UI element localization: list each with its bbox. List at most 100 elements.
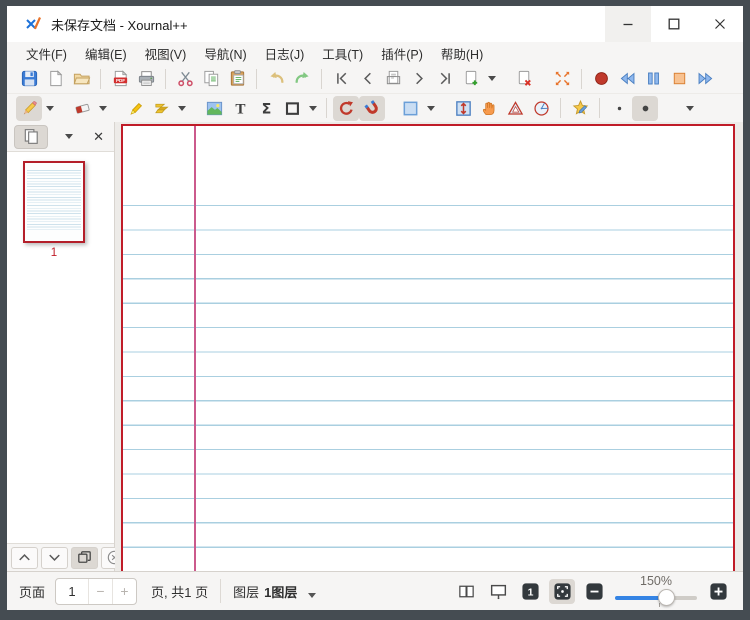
next-page-button[interactable]: [406, 66, 432, 91]
save-button[interactable]: [16, 66, 42, 91]
fast-forward-button[interactable]: [692, 66, 718, 91]
add-page-button[interactable]: [458, 66, 484, 91]
shapes-dropdown-caret[interactable]: [305, 96, 320, 121]
text-tool-button[interactable]: T: [227, 96, 253, 121]
sidebar-nav: [7, 543, 114, 571]
setsquare-button[interactable]: [502, 96, 528, 121]
move-page-down-button[interactable]: [41, 547, 68, 569]
undo-button[interactable]: [263, 66, 289, 91]
zoom-out-button[interactable]: [581, 579, 607, 604]
select-rectangle-dropdown-caret[interactable]: [423, 96, 438, 121]
redo-button[interactable]: [289, 66, 315, 91]
page-thumbnails: 1: [7, 152, 114, 543]
record-audio-button[interactable]: [588, 66, 614, 91]
fullscreen-button[interactable]: [549, 66, 575, 91]
thickness-medium-button[interactable]: [632, 96, 658, 121]
chevron-down-icon: [686, 106, 694, 111]
rewind-button[interactable]: [614, 66, 640, 91]
zoom-slider-handle[interactable]: [658, 589, 675, 606]
copy-button[interactable]: [198, 66, 224, 91]
page-increment-button[interactable]: +: [112, 579, 136, 604]
close-button[interactable]: [697, 6, 743, 42]
page-preview-tab[interactable]: [14, 125, 48, 149]
zoom-slider[interactable]: 150%: [613, 572, 699, 611]
open-folder-button[interactable]: [68, 66, 94, 91]
move-page-up-button[interactable]: [11, 547, 38, 569]
layer-value: 1图层: [264, 582, 297, 601]
first-page-button[interactable]: [328, 66, 354, 91]
new-document-button[interactable]: [42, 66, 68, 91]
grid-snapping-button[interactable]: [359, 96, 385, 121]
math-tex-button[interactable]: Σ: [253, 96, 279, 121]
insert-image-button[interactable]: [201, 96, 227, 121]
select-object-button[interactable]: [148, 96, 174, 121]
eraser-dropdown-caret[interactable]: [95, 96, 110, 121]
page-margin-line: [194, 126, 196, 571]
stop-button[interactable]: [666, 66, 692, 91]
select-rectangle-button[interactable]: [397, 96, 423, 121]
zoom-fit-button[interactable]: [549, 579, 575, 604]
svg-text:1: 1: [527, 587, 533, 598]
menu-item-1[interactable]: 编辑(E): [76, 42, 136, 65]
dual-page-view-button[interactable]: [453, 579, 479, 604]
paste-icon: [228, 69, 247, 88]
add-page-dropdown-caret[interactable]: [484, 66, 499, 91]
vertical-space-button[interactable]: [450, 96, 476, 121]
next-page-icon: [410, 69, 429, 88]
menu-item-3[interactable]: 导航(N): [195, 42, 255, 65]
zoom-in-icon: [709, 582, 728, 601]
select-object-dropdown-caret[interactable]: [174, 96, 189, 121]
duplicate-page-button[interactable]: [71, 547, 98, 569]
eraser-button[interactable]: [69, 96, 95, 121]
zoom-in-button[interactable]: [705, 579, 731, 604]
titlebar: 未保存文档 - Xournal++: [7, 6, 743, 42]
thickness-dropdown-caret[interactable]: [682, 96, 697, 121]
presentation-mode-button[interactable]: [485, 579, 511, 604]
shapes-button[interactable]: [279, 96, 305, 121]
menu-item-2[interactable]: 视图(V): [136, 42, 196, 65]
delete-page-button[interactable]: [511, 66, 537, 91]
thickness-fine-button[interactable]: [606, 96, 632, 121]
pen-dropdown-caret[interactable]: [42, 96, 57, 121]
zoom-slider-track[interactable]: [615, 596, 697, 600]
sidebar-dropdown-caret[interactable]: [65, 134, 73, 139]
highlighter-button[interactable]: [122, 96, 148, 121]
redo-icon: [293, 69, 312, 88]
maximize-button[interactable]: [651, 6, 697, 42]
page-decrement-button[interactable]: −: [88, 579, 112, 604]
paste-button[interactable]: [224, 66, 250, 91]
pen-button[interactable]: [16, 96, 42, 121]
print-button[interactable]: [133, 66, 159, 91]
sidebar-close-icon[interactable]: ✕: [90, 129, 107, 145]
zoom-100-button[interactable]: 1: [517, 579, 543, 604]
screen: { "titlebar": { "title": "未保存文档 - Xourna…: [0, 0, 750, 620]
rotation-snapping-button[interactable]: [333, 96, 359, 121]
rewind-icon: [618, 69, 637, 88]
window-controls: [605, 6, 743, 42]
layer-dropdown-caret[interactable]: [308, 593, 316, 598]
pause-button[interactable]: [640, 66, 666, 91]
zoom-controls: 1 150%: [453, 572, 731, 611]
first-page-icon: [332, 69, 351, 88]
document-page[interactable]: [121, 124, 735, 571]
previous-page-button[interactable]: [354, 66, 380, 91]
menu-item-4[interactable]: 日志(J): [256, 42, 314, 65]
chevron-down-icon: [427, 106, 435, 111]
compass-button[interactable]: [528, 96, 554, 121]
layer-selector[interactable]: 图层 1图层: [233, 582, 316, 601]
menu-item-6[interactable]: 插件(P): [372, 42, 432, 65]
page-number-value[interactable]: 1: [56, 584, 88, 599]
menu-item-7[interactable]: 帮助(H): [432, 42, 492, 65]
menu-item-0[interactable]: 文件(F): [17, 42, 76, 65]
shape-recognizer-button[interactable]: [567, 96, 593, 121]
hand-tool-button[interactable]: [476, 96, 502, 121]
cut-button[interactable]: [172, 66, 198, 91]
page-thumbnail-1[interactable]: [23, 161, 85, 243]
goto-page-button[interactable]: [380, 66, 406, 91]
menu-item-5[interactable]: 工具(T): [313, 42, 372, 65]
minimize-button[interactable]: [605, 6, 651, 42]
last-page-button[interactable]: [432, 66, 458, 91]
pause-icon: [644, 69, 663, 88]
export-pdf-button[interactable]: PDF: [107, 66, 133, 91]
copy-icon: [202, 69, 221, 88]
